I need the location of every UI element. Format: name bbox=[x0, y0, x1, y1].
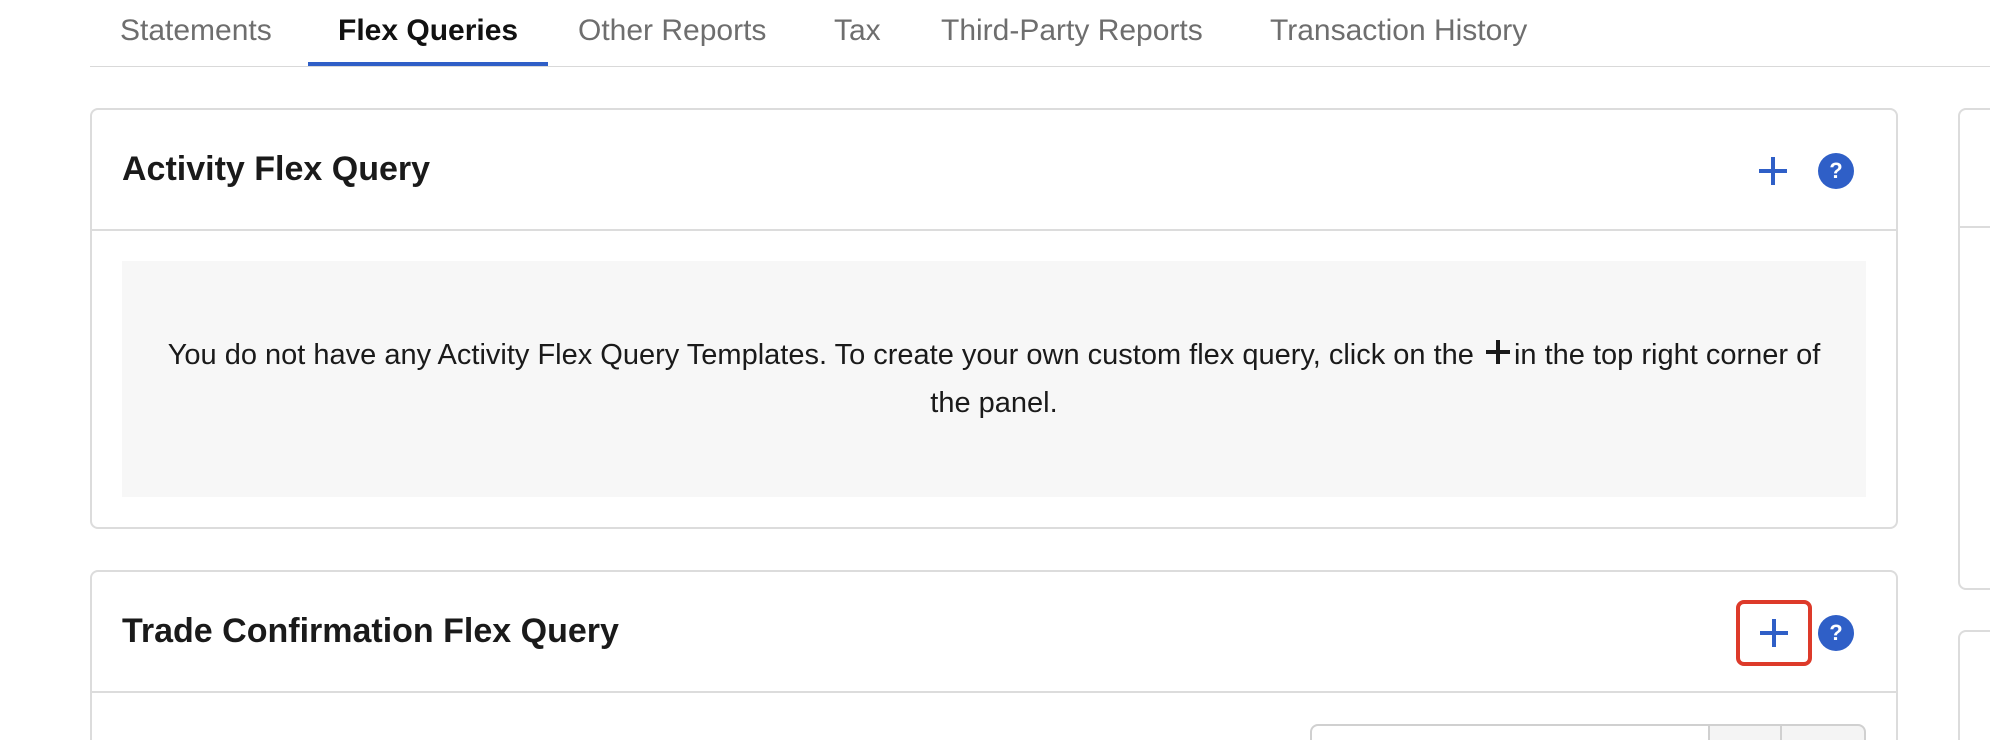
right-side-panel-divider bbox=[1958, 226, 1990, 228]
activity-panel-title: Activity Flex Query bbox=[122, 150, 431, 188]
report-tabs: Statements Flex Queries Other Reports Ta… bbox=[90, 0, 1990, 67]
trade-panel-title: Trade Confirmation Flex Query bbox=[122, 612, 619, 650]
trade-panel-header: Trade Confirmation Flex Query ? bbox=[92, 572, 1896, 693]
inline-plus-icon bbox=[1485, 340, 1510, 364]
question-circle-icon: ? bbox=[1829, 158, 1843, 183]
activity-help-button[interactable]: ? bbox=[1818, 153, 1854, 189]
trade-panel-control-segment[interactable] bbox=[1708, 724, 1782, 740]
activity-panel-header: Activity Flex Query ? bbox=[92, 110, 1896, 231]
tab-third-party-reports[interactable]: Third-Party Reports bbox=[941, 14, 1203, 66]
trade-panel-control-segment[interactable] bbox=[1780, 724, 1866, 740]
add-activity-query-button[interactable] bbox=[1748, 146, 1798, 196]
tab-transaction-history[interactable]: Transaction History bbox=[1270, 14, 1527, 66]
question-circle-icon: ? bbox=[1829, 620, 1843, 645]
trade-help-button[interactable]: ? bbox=[1818, 615, 1854, 651]
right-side-panel-lower bbox=[1958, 630, 1990, 740]
tab-other-reports[interactable]: Other Reports bbox=[578, 14, 766, 66]
trade-panel-search-field[interactable] bbox=[1310, 724, 1710, 740]
plus-icon bbox=[1759, 157, 1787, 185]
activity-empty-state: You do not have any Activity Flex Query … bbox=[122, 261, 1866, 497]
add-trade-confirmation-query-button[interactable] bbox=[1736, 600, 1812, 666]
tab-statements[interactable]: Statements bbox=[120, 14, 272, 66]
plus-icon bbox=[1760, 619, 1788, 647]
activity-flex-query-panel: Activity Flex Query ? You do not have an… bbox=[90, 108, 1898, 529]
activity-empty-message: You do not have any Activity Flex Query … bbox=[152, 331, 1836, 427]
right-side-panel bbox=[1958, 108, 1990, 590]
tab-tax[interactable]: Tax bbox=[834, 14, 881, 66]
empty-message-part-1: You do not have any Activity Flex Query … bbox=[167, 339, 1482, 371]
tab-flex-queries[interactable]: Flex Queries bbox=[307, 14, 549, 66]
trade-confirmation-flex-query-panel: Trade Confirmation Flex Query ? bbox=[90, 570, 1898, 740]
